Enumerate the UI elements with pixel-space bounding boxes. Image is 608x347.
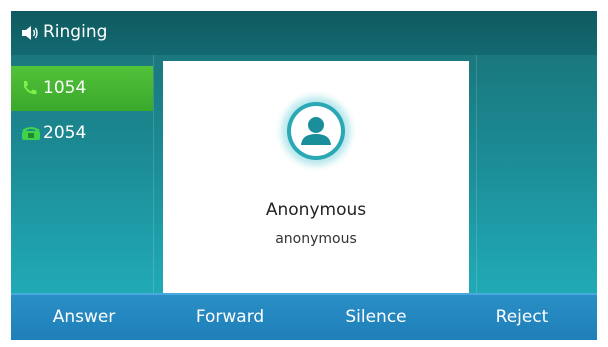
handset-icon — [21, 80, 41, 96]
caller-card: Anonymous anonymous — [163, 61, 469, 294]
line-label: 1054 — [43, 78, 87, 98]
speaker-icon — [21, 25, 39, 41]
divider — [153, 55, 154, 293]
caller-name: Anonymous — [265, 200, 367, 220]
reject-button[interactable]: Reject — [449, 295, 595, 340]
phone-bezel: Ringing 1054 2054 Anonymous anonymous An… — [0, 0, 608, 347]
divider — [476, 55, 477, 293]
caller-number: anonymous — [275, 231, 357, 247]
answer-button[interactable]: Answer — [11, 295, 157, 340]
phone-screen: Ringing 1054 2054 Anonymous anonymous An… — [11, 11, 597, 340]
status-bar: Ringing — [11, 11, 597, 55]
line-label: 2054 — [43, 123, 87, 143]
silence-button[interactable]: Silence — [303, 295, 449, 340]
call-status-text: Ringing — [43, 22, 108, 42]
line-key-1054[interactable]: 1054 — [11, 66, 153, 111]
desk-phone-icon — [21, 125, 41, 141]
line-key-2054[interactable]: 2054 — [11, 111, 153, 156]
softkey-bar: Answer Forward Silence Reject — [11, 293, 597, 340]
forward-button[interactable]: Forward — [157, 295, 303, 340]
contact-avatar-icon — [274, 89, 358, 173]
